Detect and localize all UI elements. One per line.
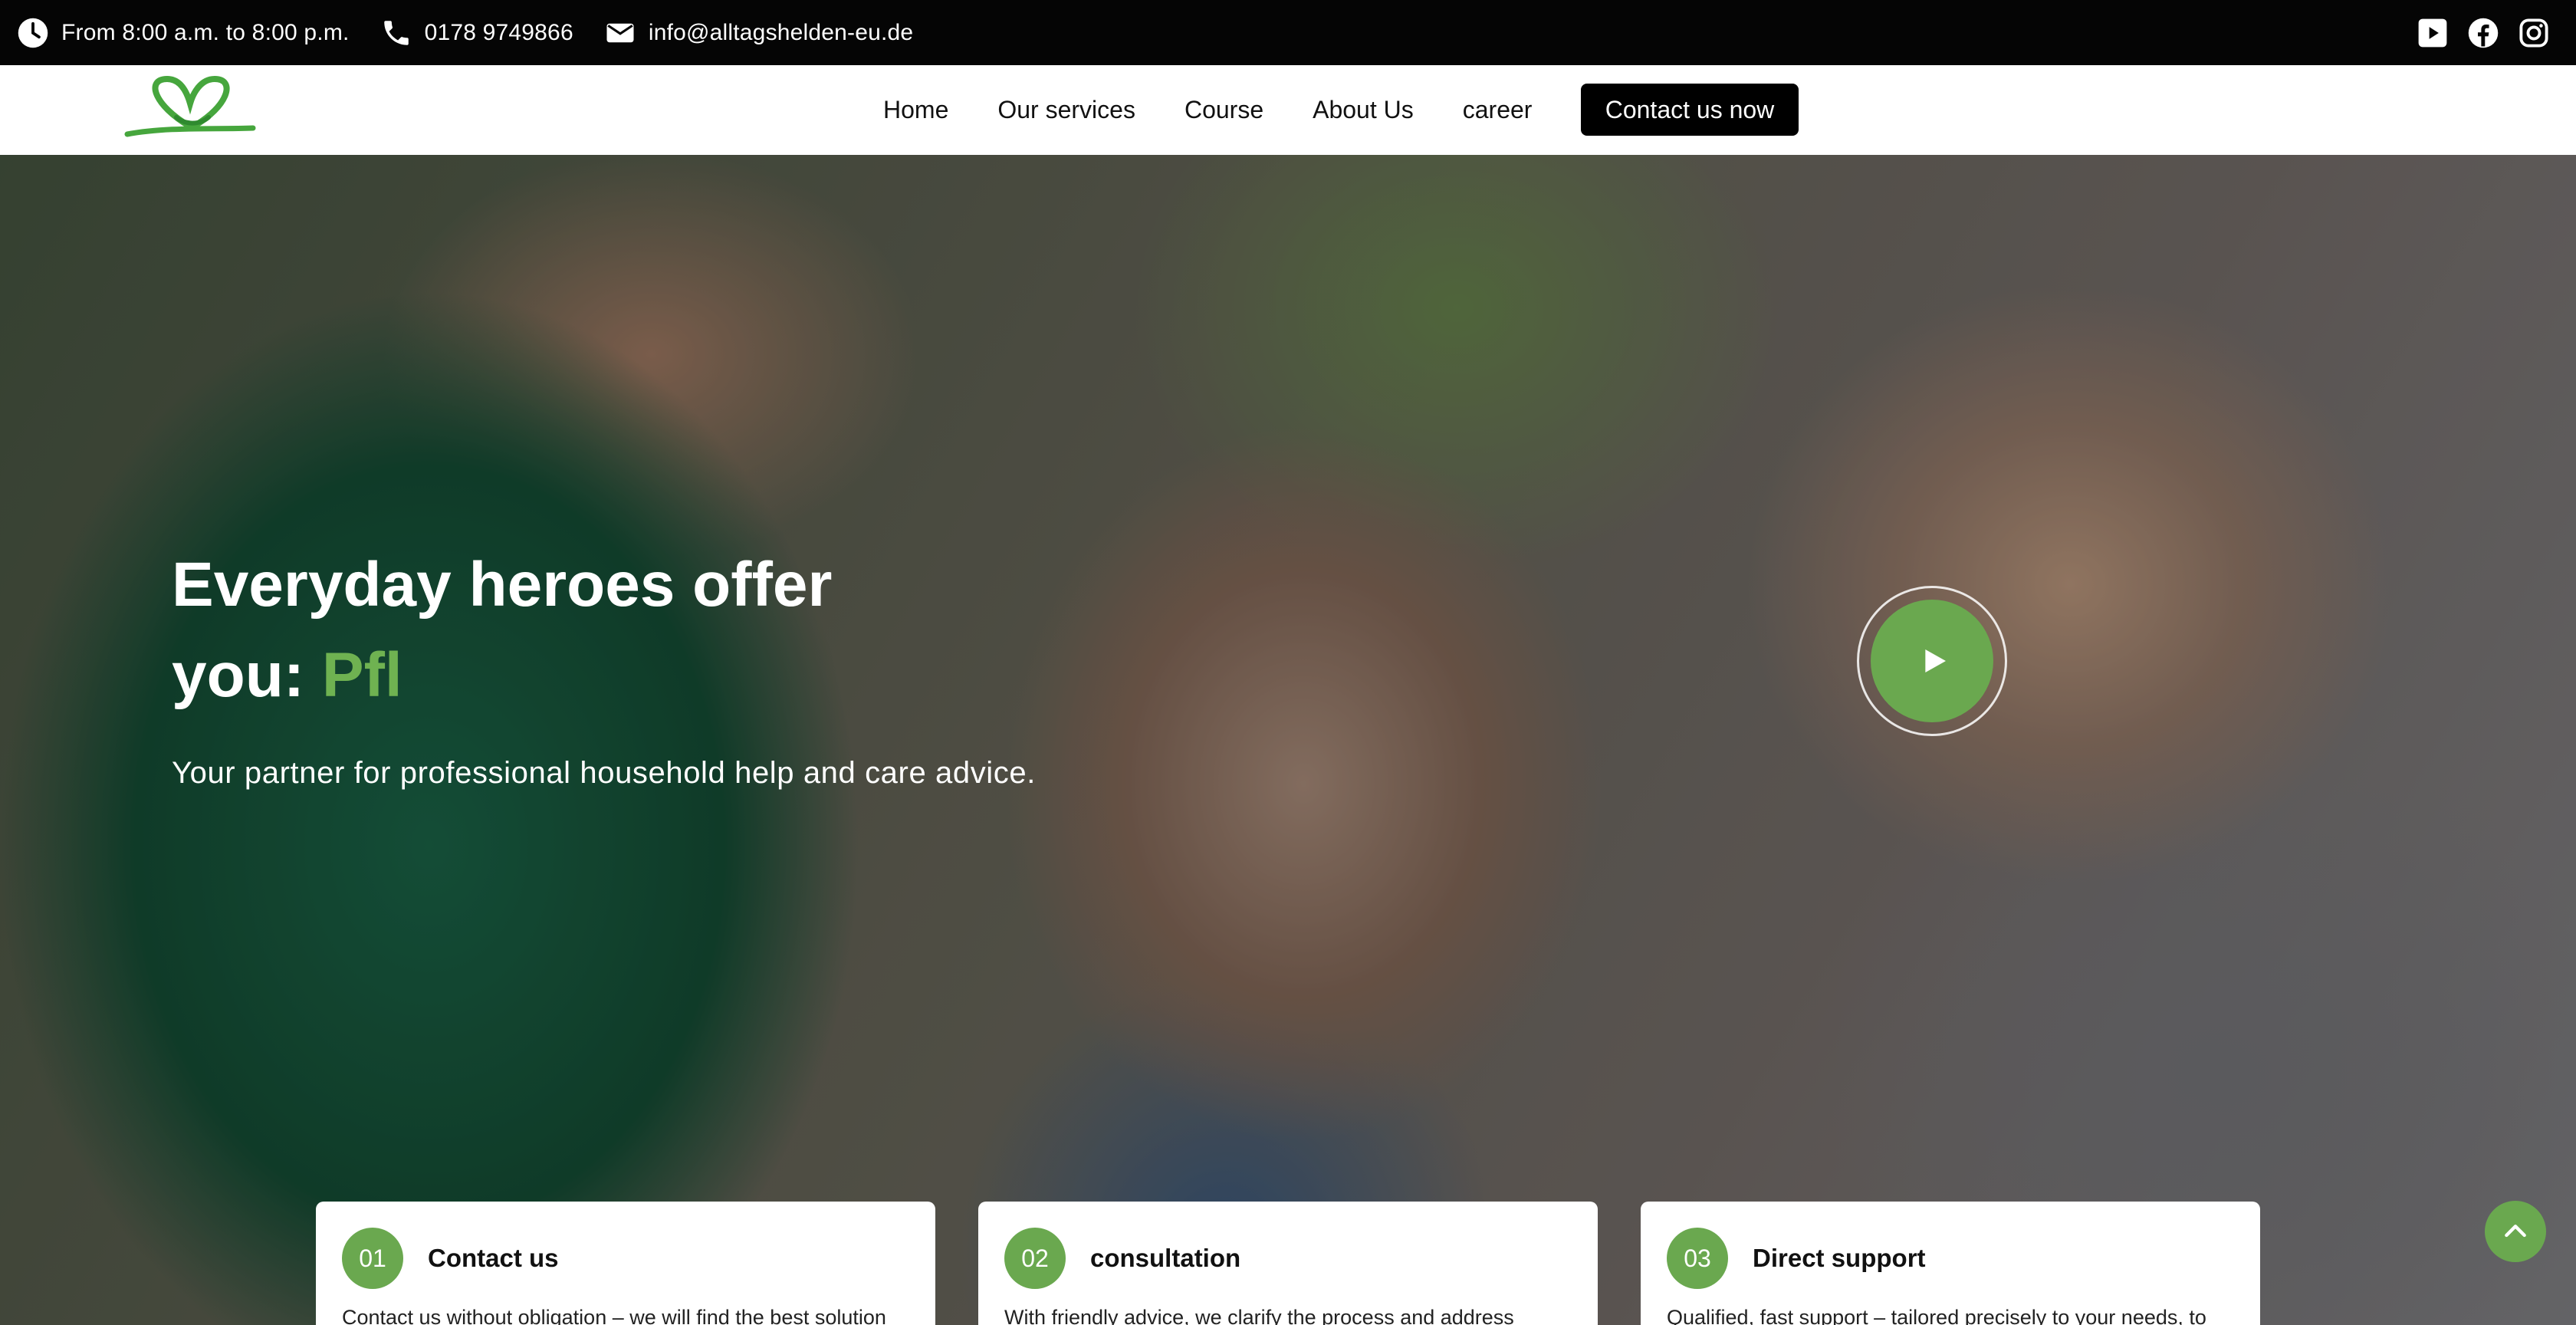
logo[interactable] bbox=[123, 73, 257, 143]
nav-item-home[interactable]: Home bbox=[883, 96, 948, 124]
hero-section: Everyday heroes offer you: Pfl Your part… bbox=[0, 155, 2576, 1325]
step-number-badge: 03 bbox=[1667, 1228, 1728, 1289]
step-card-consultation: 02 consultation With friendly advice, we… bbox=[978, 1202, 1598, 1325]
opening-hours: From 8:00 a.m. to 8:00 p.m. bbox=[17, 17, 350, 49]
mail-icon bbox=[604, 17, 636, 49]
email-contact[interactable]: info@alltagshelden-eu.de bbox=[604, 17, 914, 49]
step-number-badge: 01 bbox=[342, 1228, 403, 1289]
scroll-to-top-button[interactable] bbox=[2485, 1201, 2546, 1262]
phone-contact[interactable]: 0178 9749866 bbox=[380, 17, 573, 49]
contact-info: From 8:00 a.m. to 8:00 p.m. 0178 9749866… bbox=[17, 17, 944, 49]
nav-item-our-services[interactable]: Our services bbox=[997, 96, 1135, 124]
nav-menu: Home Our services Course About Us career bbox=[883, 65, 1581, 155]
nav-item-course[interactable]: Course bbox=[1184, 96, 1263, 124]
chevron-up-icon bbox=[2505, 1225, 2526, 1238]
hero-title-accent: Pfl bbox=[321, 640, 402, 710]
top-info-bar: From 8:00 a.m. to 8:00 p.m. 0178 9749866… bbox=[0, 0, 2576, 65]
email-address[interactable]: info@alltagshelden-eu.de bbox=[649, 20, 914, 46]
card-text: Contact us without obligation – we will … bbox=[342, 1306, 886, 1325]
instagram-icon[interactable] bbox=[2518, 17, 2550, 49]
card-header: 03 Direct support bbox=[1667, 1228, 2234, 1289]
card-title: consultation bbox=[1090, 1244, 1241, 1272]
youtube-icon[interactable] bbox=[2417, 17, 2449, 49]
main-navbar: Home Our services Course About Us career… bbox=[0, 65, 2576, 155]
contact-us-now-button[interactable]: Contact us now bbox=[1581, 84, 1799, 136]
card-header: 02 consultation bbox=[1004, 1228, 1572, 1289]
hero-title-text: Everyday heroes offer you: bbox=[172, 550, 833, 710]
video-play-button[interactable] bbox=[1857, 586, 2007, 736]
facebook-icon[interactable] bbox=[2467, 17, 2499, 49]
card-title: Direct support bbox=[1753, 1244, 1926, 1272]
card-title: Contact us bbox=[428, 1244, 559, 1272]
phone-icon bbox=[380, 17, 412, 49]
hero-subtitle: Your partner for professional household … bbox=[172, 756, 1036, 790]
nav-item-career[interactable]: career bbox=[1463, 96, 1533, 124]
step-card-contact: 01 Contact us Contact us without obligat… bbox=[316, 1202, 935, 1325]
social-links bbox=[2417, 17, 2550, 49]
play-button-circle[interactable] bbox=[1871, 600, 1993, 722]
step-card-direct-support: 03 Direct support Qualified, fast suppor… bbox=[1641, 1202, 2260, 1325]
card-text: Qualified, fast support – tailored preci… bbox=[1667, 1306, 2206, 1325]
hero-content: Everyday heroes offer you: Pfl Your part… bbox=[172, 540, 1168, 791]
opening-hours-text: From 8:00 a.m. to 8:00 p.m. bbox=[61, 19, 350, 45]
step-number-badge: 02 bbox=[1004, 1228, 1066, 1289]
phone-number[interactable]: 0178 9749866 bbox=[425, 20, 573, 46]
hero-title: Everyday heroes offer you: Pfl bbox=[172, 540, 938, 721]
nav-item-about-us[interactable]: About Us bbox=[1313, 96, 1414, 124]
card-header: 01 Contact us bbox=[342, 1228, 909, 1289]
play-icon bbox=[1925, 649, 1946, 672]
card-text: With friendly advice, we clarify the pro… bbox=[1004, 1306, 1514, 1325]
clock-icon bbox=[17, 17, 49, 49]
